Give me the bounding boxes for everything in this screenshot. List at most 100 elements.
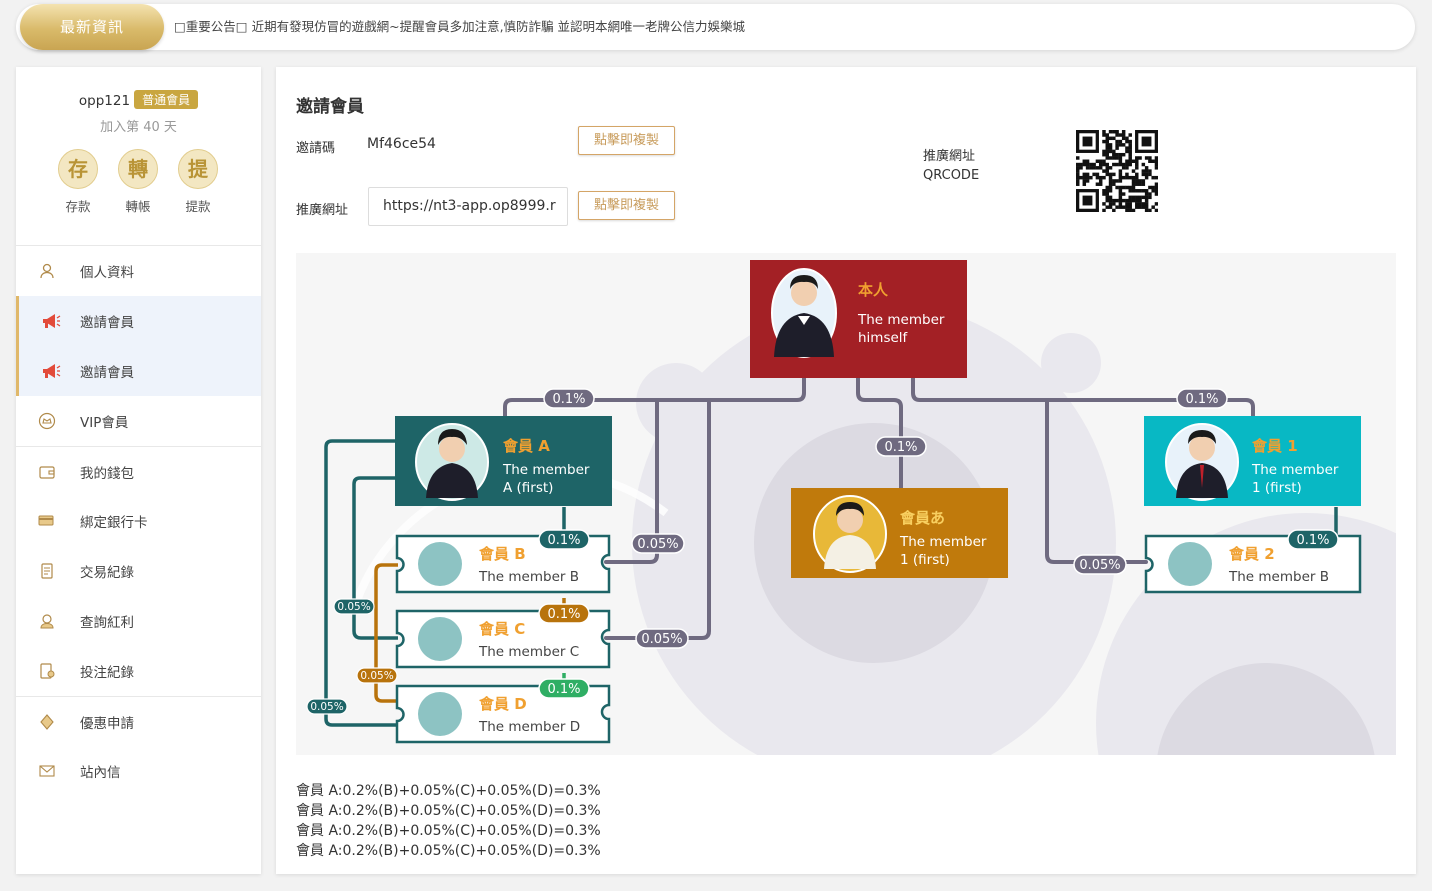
qr-code-image: [1076, 130, 1158, 212]
sidebar-item-vip[interactable]: VIP會員: [16, 396, 261, 446]
sidebar-item-label: 個人資料: [80, 265, 134, 281]
rate-pill-self-b: 0.05%: [631, 533, 685, 554]
node-two-line1: The member B: [1228, 569, 1329, 585]
member-level-badge: 普通會員: [134, 90, 199, 109]
rate-pill-a-b: 0.1%: [538, 529, 590, 550]
rate-pill-b-c: 0.1%: [538, 603, 590, 624]
node-two-title: 會員 2: [1229, 545, 1275, 563]
node-self-title: 本人: [858, 281, 889, 299]
node-self[interactable]: 本人 The member himself: [750, 260, 967, 378]
svg-text:0.05%: 0.05%: [637, 537, 678, 552]
node-b-line1: The member B: [478, 569, 579, 585]
main-panel: 邀請會員 邀請碼 Mf46ce54 點擊即複製 推廣網址 https://nt3…: [276, 67, 1416, 874]
withdraw-icon: 提: [178, 149, 218, 189]
sidebar-item-label: 邀請會員: [80, 315, 134, 331]
sidebar-item-label: 投注紀錄: [80, 665, 134, 681]
svg-text:0.1%: 0.1%: [547, 533, 580, 548]
username: opp121: [78, 93, 131, 109]
node-member-hira[interactable]: 會員あ The member 1 (first): [791, 488, 1008, 578]
referral-diagram: 本人 The member himself 會員 A The member A …: [296, 253, 1396, 755]
sidebar-item-label: 邀請會員: [80, 365, 134, 381]
sidebar-item-label: 查詢紅利: [80, 615, 134, 631]
megaphone-icon: [41, 362, 61, 380]
commission-formulas: 會員 A:0.2%(B)+0.05%(C)+0.05%(D)=0.3% 會員 A…: [296, 781, 601, 861]
sidebar-menu: 個人資料 邀請會員 邀請會員 VIP會員 我的錢包 綁定銀行卡 交易紀錄 查詢紅…: [16, 245, 261, 796]
withdraw-label: 提款: [185, 199, 211, 214]
sidebar-item-label: 站內信: [80, 765, 121, 781]
sidebar: opp121 普通會員 加入第 40 天 存 存款 轉 轉帳 提 提款 個人資料 …: [16, 67, 261, 874]
svg-text:0.05%: 0.05%: [1079, 558, 1120, 573]
sidebar-item-bank-card[interactable]: 綁定銀行卡: [16, 496, 261, 546]
node-one-line2: 1 (first): [1252, 480, 1302, 496]
sidebar-item-invite[interactable]: 邀請會員: [16, 296, 261, 346]
withdraw-button[interactable]: 提 提款: [168, 149, 228, 215]
sidebar-item-offers[interactable]: 優惠申請: [16, 696, 261, 746]
user-line: opp121 普通會員: [16, 90, 261, 109]
avatar-face: [791, 280, 817, 306]
formula-line: 會員 A:0.2%(B)+0.05%(C)+0.05%(D)=0.3%: [296, 823, 601, 839]
node-one-title: 會員 1: [1252, 437, 1298, 455]
rate-pill-c-d: 0.1%: [538, 678, 590, 699]
node-hira-line1: The member: [899, 534, 987, 550]
svg-text:0.1%: 0.1%: [884, 440, 917, 455]
bonus-icon: [38, 612, 56, 630]
rate-pill-self-two: 0.05%: [1073, 554, 1127, 575]
rate-pill-self-one: 0.1%: [1176, 388, 1228, 409]
qr-label-line-1: 推廣網址: [923, 149, 976, 164]
node-member-one[interactable]: 會員 1 The member 1 (first): [1144, 416, 1361, 506]
svg-text:0.05%: 0.05%: [310, 701, 343, 713]
rate-pill-self-c: 0.05%: [635, 628, 689, 649]
node-b-title: 會員 B: [479, 545, 526, 563]
crown-icon: [38, 412, 56, 430]
node-self-line1: The member: [857, 312, 945, 328]
svg-text:0.1%: 0.1%: [1185, 392, 1218, 407]
node-member-a[interactable]: 會員 A The member A (first): [395, 416, 612, 506]
node-hira-line2: 1 (first): [900, 552, 950, 568]
card-icon: [38, 512, 56, 530]
sidebar-item-transactions[interactable]: 交易紀錄: [16, 546, 261, 596]
sidebar-item-profile[interactable]: 個人資料: [16, 246, 261, 296]
sidebar-item-wallet[interactable]: 我的錢包: [16, 446, 261, 496]
offer-icon: [38, 713, 56, 731]
copy-url-button[interactable]: 點擊即複製: [578, 191, 675, 220]
invite-code-value: Mf46ce54: [367, 136, 436, 152]
announcement-bar: 最新資訊 □重要公告□ 近期有發現仿冒的遊戲網~提醒會員多加注意,慎防詐騙 並認…: [16, 4, 1415, 50]
rate-pill-self-hira: 0.1%: [875, 436, 927, 457]
sidebar-item-bets[interactable]: 投注紀錄: [16, 646, 261, 696]
deposit-button[interactable]: 存 存款: [48, 149, 108, 215]
formula-line: 會員 A:0.2%(B)+0.05%(C)+0.05%(D)=0.3%: [296, 783, 601, 799]
promo-url-field[interactable]: https://nt3-app.op8999.r: [368, 187, 568, 226]
transfer-button[interactable]: 轉 轉帳: [108, 149, 168, 215]
wallet-icon: [38, 463, 56, 481]
node-d-line1: The member D: [478, 719, 580, 735]
svg-text:0.05%: 0.05%: [641, 632, 682, 647]
svg-text:0.1%: 0.1%: [1296, 533, 1329, 548]
formula-line: 會員 A:0.2%(B)+0.05%(C)+0.05%(D)=0.3%: [296, 803, 601, 819]
rate-pill-a-d-small: 0.05%: [306, 698, 348, 715]
receipt-icon: [38, 562, 56, 580]
rate-pill-self-a: 0.1%: [543, 388, 595, 409]
news-tag[interactable]: 最新資訊: [20, 4, 164, 50]
node-one-line1: The member: [1251, 462, 1339, 478]
qr-label-line-2: QRCODE: [923, 168, 980, 183]
sidebar-item-invite-2[interactable]: 邀請會員: [16, 346, 261, 396]
promo-url-label: 推廣網址: [296, 203, 349, 218]
formula-line: 會員 A:0.2%(B)+0.05%(C)+0.05%(D)=0.3%: [296, 843, 601, 859]
deposit-icon: 存: [58, 149, 98, 189]
node-hira-title: 會員あ: [900, 509, 945, 527]
svg-text:0.1%: 0.1%: [547, 682, 580, 697]
rate-pill-b-d-small: 0.05%: [356, 667, 398, 684]
rate-pill-one-two: 0.1%: [1287, 529, 1339, 550]
page-title: 邀請會員: [296, 97, 364, 117]
sidebar-item-messages[interactable]: 站內信: [16, 746, 261, 796]
sidebar-item-bonus[interactable]: 查詢紅利: [16, 596, 261, 646]
node-a-line1: The member: [502, 462, 590, 478]
sidebar-item-label: 我的錢包: [80, 465, 134, 482]
copy-code-button[interactable]: 點擊即複製: [578, 126, 675, 155]
megaphone-icon: [41, 312, 61, 330]
node-self-line2: himself: [858, 330, 909, 346]
node-a-line2: A (first): [503, 480, 553, 496]
sidebar-item-label: 優惠申請: [80, 715, 134, 732]
deposit-label: 存款: [65, 199, 91, 214]
svg-text:0.1%: 0.1%: [547, 607, 580, 622]
